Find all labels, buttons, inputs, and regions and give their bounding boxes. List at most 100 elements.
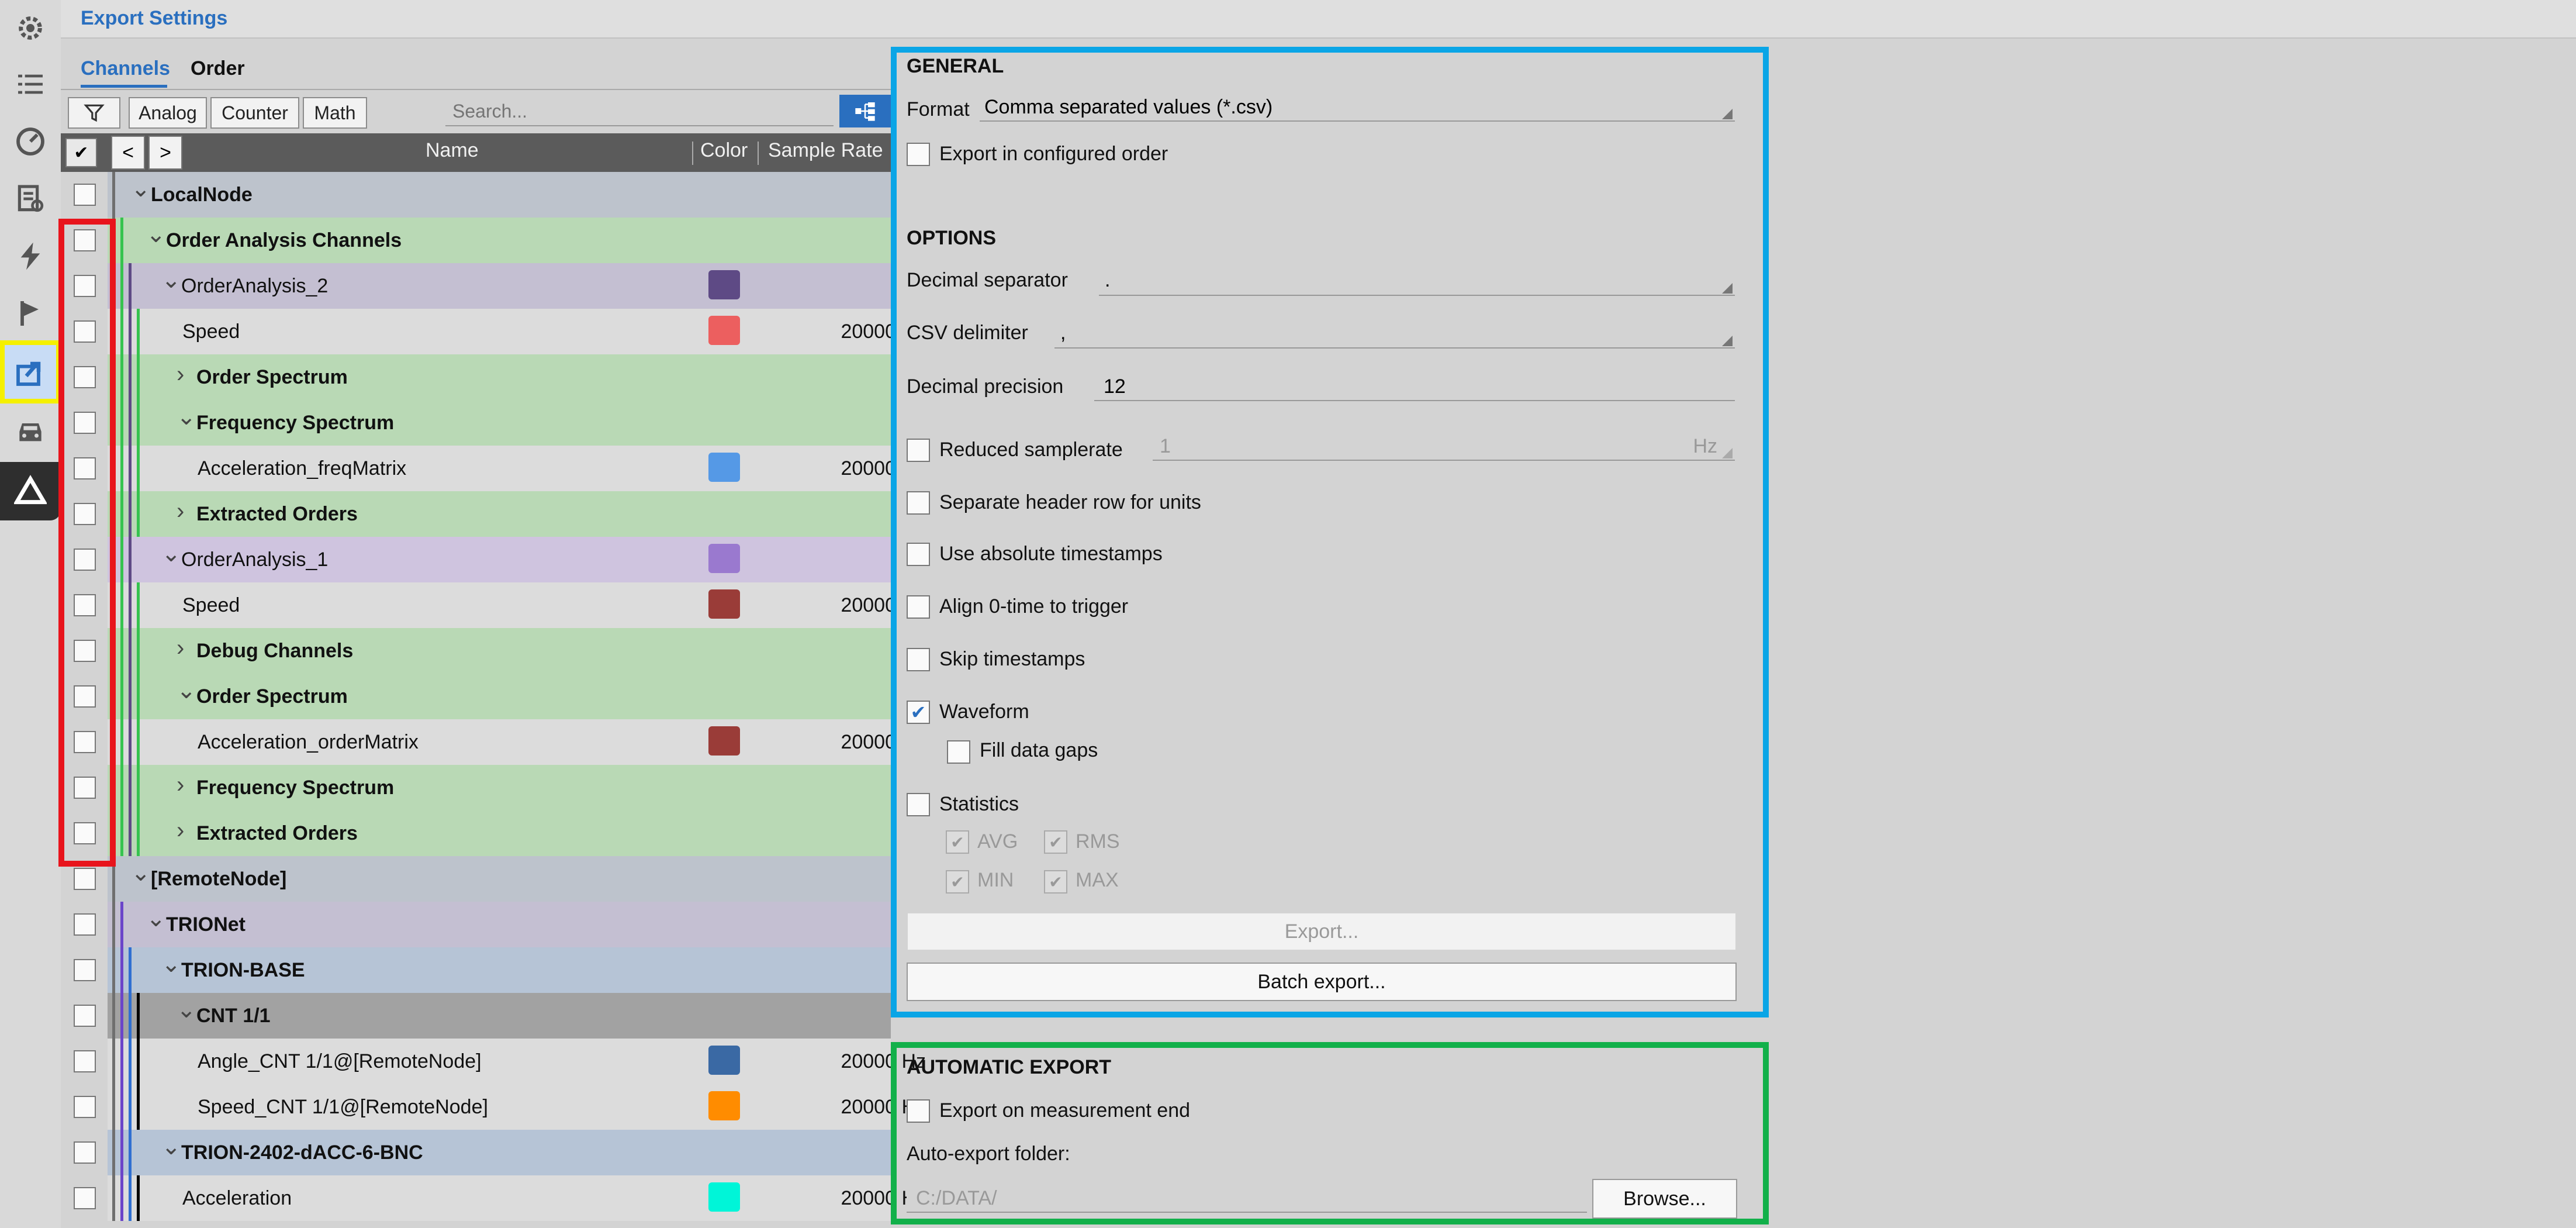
table-row[interactable]: ⌄ OrderAnalysis_2 <box>61 263 891 309</box>
format-select[interactable]: Comma separated values (*.csv) <box>980 95 1735 122</box>
settings-gear-icon[interactable] <box>0 0 61 56</box>
chevron-down-icon[interactable]: ⌄ <box>177 403 196 430</box>
reduced-samplerate-input[interactable]: 1 Hz <box>1153 434 1735 461</box>
chevron-down-icon[interactable]: ⌄ <box>161 267 181 294</box>
table-row[interactable]: Speed 20000 Hz <box>61 309 926 354</box>
tab-order[interactable]: Order <box>191 57 245 80</box>
table-row[interactable]: ⌄ Order Spectrum <box>61 674 891 719</box>
chevron-down-icon[interactable]: ⌄ <box>131 860 151 886</box>
min-checkbox[interactable]: ✔ <box>946 870 969 894</box>
row-checkbox[interactable] <box>74 868 96 890</box>
chevron-down-icon[interactable]: ⌄ <box>177 996 196 1023</box>
table-row[interactable]: ⌄ Frequency Spectrum <box>61 400 891 446</box>
chevron-right-icon[interactable]: › <box>177 817 184 844</box>
statistics-checkbox[interactable] <box>907 793 930 816</box>
table-row[interactable]: Acceleration_orderMatrix 20000 Hz <box>61 719 926 765</box>
channel-color-swatch[interactable] <box>708 726 740 756</box>
table-row[interactable]: Angle_CNT 1/1@[RemoteNode] 20000 Hz <box>61 1039 926 1084</box>
column-sample-rate[interactable]: Sample Rate <box>768 139 883 162</box>
skip-timestamps-checkbox[interactable] <box>907 648 930 671</box>
filter-analog-button[interactable]: Analog <box>129 97 207 129</box>
table-row[interactable]: › Order Spectrum <box>61 354 891 400</box>
table-row[interactable]: ⌄ LocalNode <box>61 172 891 218</box>
chevron-down-icon[interactable]: ⌄ <box>161 951 181 978</box>
auto-export-folder-input[interactable]: C:/DATA/ <box>907 1186 1587 1213</box>
chevron-down-icon[interactable]: ⌄ <box>146 905 166 932</box>
separate-header-checkbox[interactable] <box>907 491 930 515</box>
table-row[interactable]: ⌄ TRION-BASE <box>61 947 891 993</box>
export-button[interactable]: Export... <box>907 912 1737 951</box>
row-checkbox[interactable] <box>74 184 96 206</box>
table-row[interactable]: › Debug Channels <box>61 628 891 674</box>
table-row[interactable]: ⌄ OrderAnalysis_1 <box>61 537 891 582</box>
chevron-down-icon[interactable]: ⌄ <box>177 677 196 704</box>
export-on-end-checkbox[interactable] <box>907 1099 930 1123</box>
column-color[interactable]: Color <box>700 139 748 162</box>
car-icon[interactable] <box>0 403 61 460</box>
column-name[interactable]: Name <box>426 139 479 162</box>
chevron-right-icon[interactable]: › <box>177 498 184 525</box>
table-row[interactable]: › Frequency Spectrum <box>61 765 891 810</box>
max-checkbox[interactable]: ✔ <box>1044 870 1067 894</box>
batch-export-button[interactable]: Batch export... <box>907 963 1737 1001</box>
chevron-down-icon[interactable]: ⌄ <box>146 221 166 248</box>
table-row[interactable]: ⌄ CNT 1/1 <box>61 993 891 1039</box>
chevron-down-icon[interactable]: ⌄ <box>161 540 181 567</box>
table-row[interactable]: ⌄ [RemoteNode] <box>61 856 891 902</box>
table-row[interactable]: ⌄ TRION-2402-dACC-6-BNC <box>61 1130 891 1175</box>
table-row[interactable]: Acceleration 20000 Hz <box>61 1175 926 1221</box>
row-checkbox[interactable] <box>74 1187 96 1209</box>
row-checkbox[interactable] <box>74 1141 96 1164</box>
decimal-precision-input[interactable]: 12 <box>1094 374 1735 401</box>
channel-list-icon[interactable] <box>0 56 61 112</box>
channel-color-swatch[interactable] <box>708 1046 740 1075</box>
absolute-timestamps-checkbox[interactable] <box>907 543 930 566</box>
channel-color-swatch[interactable] <box>708 589 740 619</box>
table-row[interactable]: › Extracted Orders <box>61 810 891 856</box>
chevron-right-icon[interactable]: › <box>177 361 184 388</box>
report-icon[interactable] <box>0 171 61 227</box>
row-checkbox[interactable] <box>74 1005 96 1027</box>
channel-color-swatch[interactable] <box>708 544 740 573</box>
table-row[interactable]: Speed 20000 Hz <box>61 582 926 628</box>
collapse-chevron-left-icon[interactable]: < <box>111 136 145 170</box>
csv-delimiter-select[interactable]: , <box>1054 322 1735 349</box>
dewesoft-logo-icon[interactable] <box>0 462 61 520</box>
fill-data-gaps-checkbox[interactable] <box>947 740 970 764</box>
table-row[interactable]: Speed_CNT 1/1@[RemoteNode] 20000 Hz <box>61 1084 926 1130</box>
expand-chevron-right-icon[interactable]: > <box>148 136 182 170</box>
chevron-right-icon[interactable]: › <box>177 635 184 661</box>
table-row[interactable]: Acceleration_freqMatrix 20000 Hz <box>61 446 926 491</box>
export-configured-order-checkbox[interactable] <box>907 143 930 166</box>
filter-funnel-button[interactable] <box>68 97 120 129</box>
chevron-right-icon[interactable]: › <box>177 772 184 798</box>
browse-button[interactable]: Browse... <box>1592 1179 1737 1219</box>
gauge-icon[interactable] <box>0 113 61 170</box>
table-row[interactable]: ⌄ TRIONet <box>61 902 891 947</box>
tree-view-button[interactable] <box>839 95 891 127</box>
reduced-samplerate-checkbox[interactable] <box>907 439 930 462</box>
tab-channels[interactable]: Channels <box>81 57 170 80</box>
chevron-down-icon[interactable]: ⌄ <box>131 175 151 202</box>
waveform-checkbox[interactable]: ✔ <box>907 701 930 724</box>
row-checkbox[interactable] <box>74 913 96 936</box>
row-checkbox[interactable] <box>74 1096 96 1118</box>
table-row[interactable]: › Extracted Orders <box>61 491 891 537</box>
align-trigger-checkbox[interactable] <box>907 595 930 619</box>
channel-color-swatch[interactable] <box>708 270 740 299</box>
table-row[interactable]: ⌄ Order Analysis Channels <box>61 218 891 263</box>
search-input[interactable] <box>445 97 834 126</box>
filter-counter-button[interactable]: Counter <box>210 97 299 129</box>
channel-color-swatch[interactable] <box>708 1182 740 1212</box>
filter-math-button[interactable]: Math <box>303 97 367 129</box>
decimal-separator-select[interactable]: . <box>1099 269 1735 296</box>
row-checkbox[interactable] <box>74 959 96 981</box>
chevron-down-icon[interactable]: ⌄ <box>161 1133 181 1160</box>
channel-color-swatch[interactable] <box>708 316 740 345</box>
channel-color-swatch[interactable] <box>708 1091 740 1120</box>
select-all-checkbox[interactable]: ✔ <box>65 138 97 167</box>
channel-color-swatch[interactable] <box>708 453 740 482</box>
row-checkbox[interactable] <box>74 1050 96 1072</box>
flag-icon[interactable] <box>0 285 61 342</box>
avg-checkbox[interactable]: ✔ <box>946 830 969 854</box>
